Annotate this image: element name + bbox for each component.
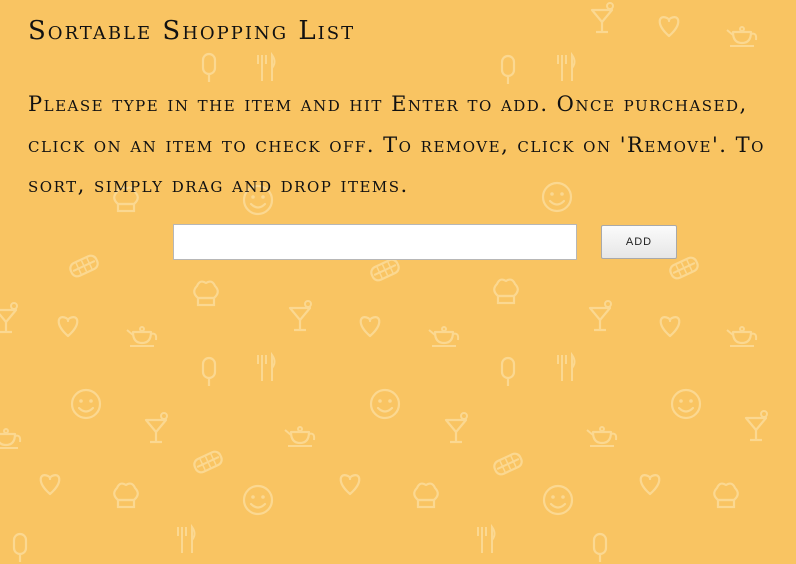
- shopping-list-app: Sortable Shopping List Please type in th…: [0, 0, 796, 564]
- add-button[interactable]: ADD: [601, 225, 677, 259]
- item-input[interactable]: [173, 224, 577, 260]
- instructions-text: Please type in the item and hit Enter to…: [28, 92, 765, 197]
- page-title: Sortable Shopping List: [28, 16, 356, 46]
